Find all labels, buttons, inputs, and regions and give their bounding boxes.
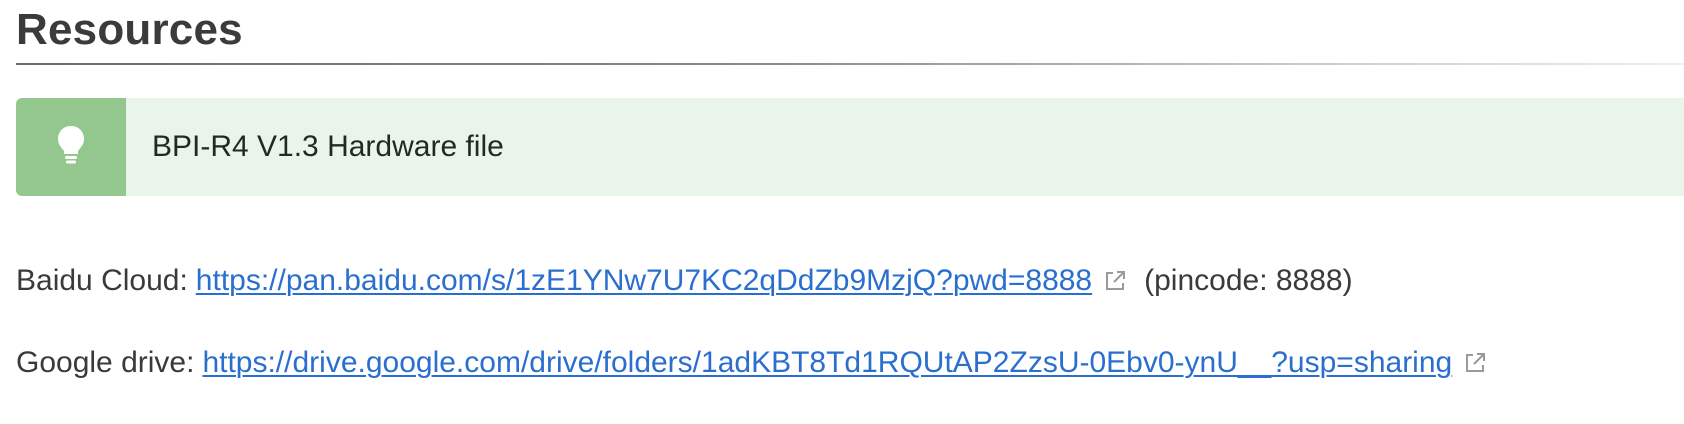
baidu-cloud-line: Baidu Cloud: https://pan.baidu.com/s/1zE…: [16, 264, 1353, 298]
baidu-cloud-label: Baidu Cloud:: [16, 264, 188, 297]
tip-text: BPI-R4 V1.3 Hardware file: [152, 130, 504, 163]
google-drive-line: Google drive: https://drive.google.com/d…: [16, 346, 1488, 380]
heading-divider: [16, 63, 1684, 65]
google-drive-label: Google drive:: [16, 346, 195, 379]
external-link-icon[interactable]: [1102, 268, 1128, 294]
external-link-icon[interactable]: [1462, 350, 1488, 376]
resources-page: Resources BPI-R4 V1.3 Hardware file Baid…: [0, 0, 1684, 424]
google-drive-link[interactable]: https://drive.google.com/drive/folders/1…: [202, 346, 1452, 380]
section-heading: Resources: [16, 5, 243, 54]
pincode-note: (pincode: 8888): [1144, 264, 1353, 297]
tip-admonition: BPI-R4 V1.3 Hardware file: [16, 98, 1684, 196]
lightbulb-icon: [56, 124, 86, 171]
tip-icon-panel: [16, 98, 126, 196]
baidu-cloud-link[interactable]: https://pan.baidu.com/s/1zE1YNw7U7KC2qDd…: [196, 264, 1092, 298]
